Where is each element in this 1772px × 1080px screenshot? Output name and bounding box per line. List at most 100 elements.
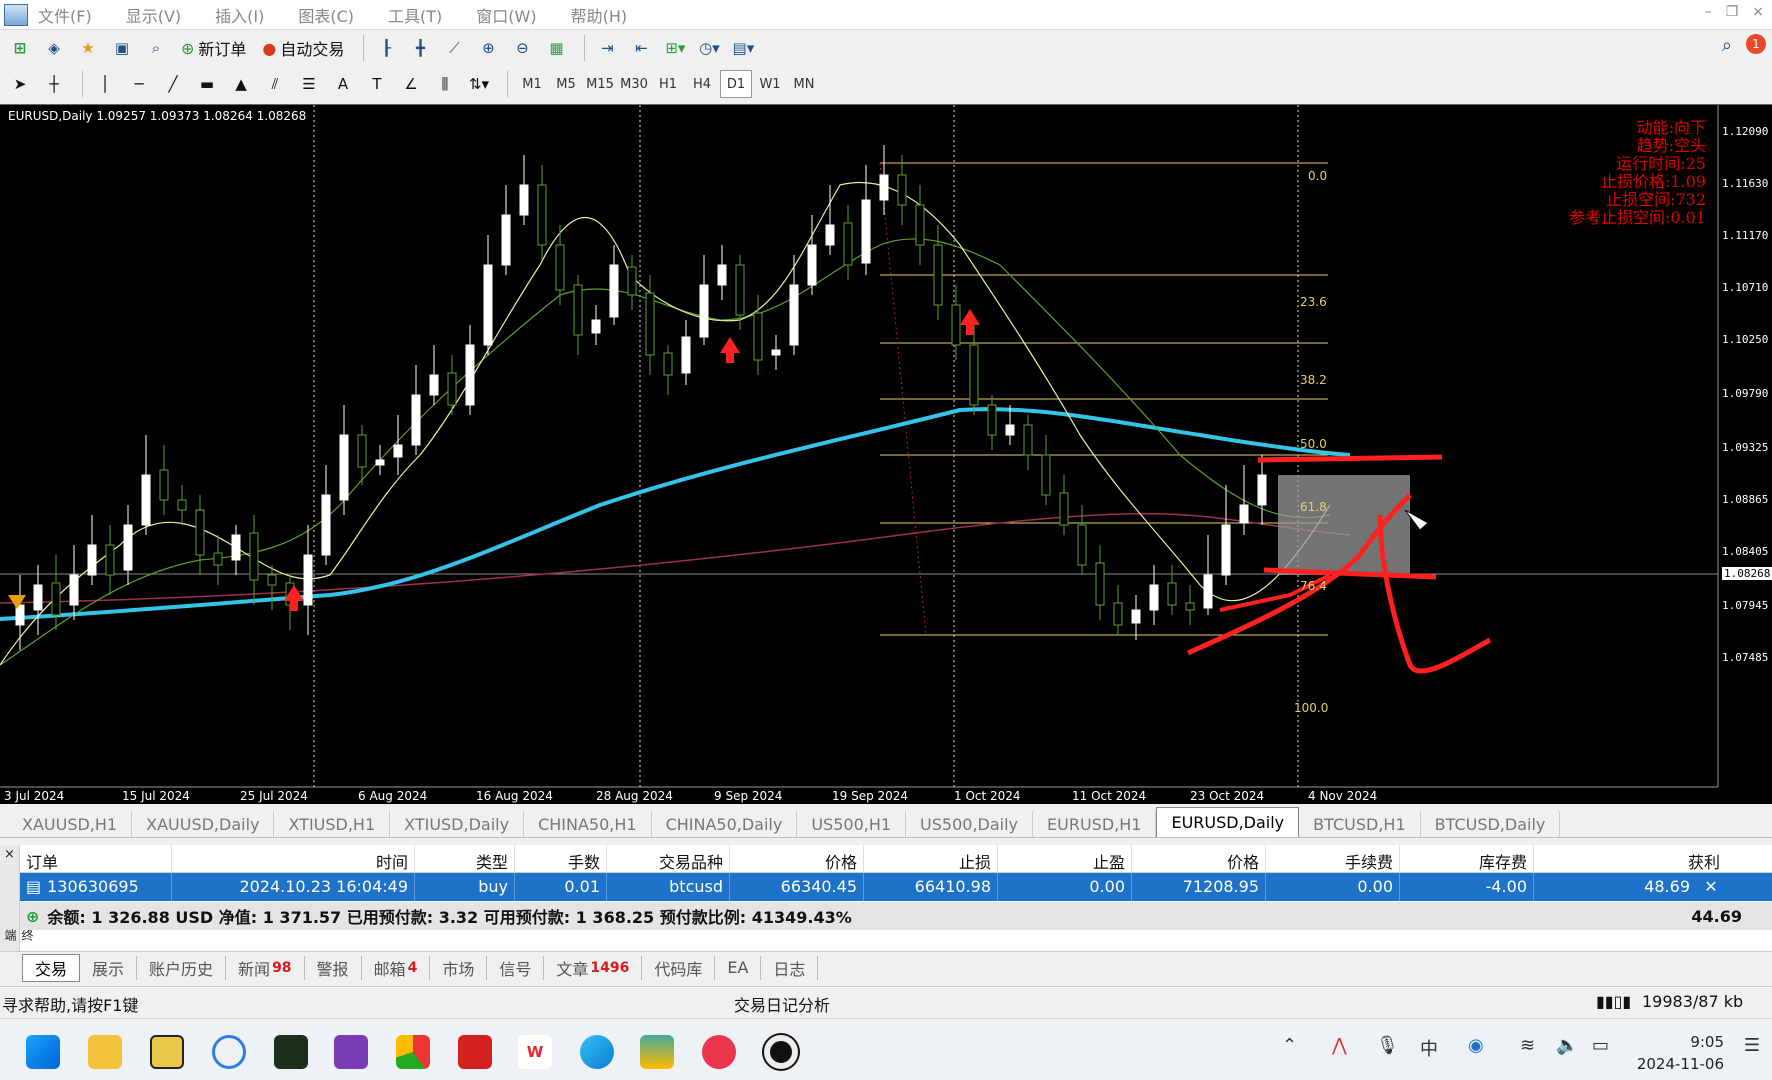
- arrows-button[interactable]: ⇅▾: [465, 70, 493, 98]
- rectangle-button[interactable]: ▬: [193, 70, 221, 98]
- chart-tab[interactable]: CHINA50,Daily: [652, 811, 798, 837]
- cursor-button[interactable]: ➤: [6, 70, 34, 98]
- channel-button[interactable]: ⫽: [261, 70, 289, 98]
- gann-button[interactable]: ∠: [397, 70, 425, 98]
- tab-code-base[interactable]: 代码库: [642, 955, 716, 980]
- qq-icon[interactable]: ◉: [1468, 1035, 1484, 1056]
- todo-icon[interactable]: [212, 1035, 246, 1069]
- microphone-icon[interactable]: 🎙: [1376, 1035, 1399, 1056]
- start-icon[interactable]: [26, 1035, 60, 1069]
- tab-experts[interactable]: EA: [715, 955, 762, 980]
- chart-tab[interactable]: BTCUSD,Daily: [1421, 811, 1561, 837]
- zoom-out-button[interactable]: ⊖: [508, 34, 536, 62]
- timeframe-h4[interactable]: H4: [686, 70, 718, 98]
- timeframe-m5[interactable]: M5: [550, 70, 582, 98]
- record-icon[interactable]: [764, 1035, 798, 1069]
- music-icon[interactable]: [702, 1035, 736, 1069]
- column-header[interactable]: 订单: [20, 845, 172, 872]
- minimize-icon[interactable]: –: [1705, 4, 1712, 20]
- timeframe-m30[interactable]: M30: [618, 70, 650, 98]
- wps-icon[interactable]: W: [518, 1035, 552, 1069]
- tab-account-history[interactable]: 账户历史: [137, 955, 227, 980]
- onenote-icon[interactable]: [334, 1035, 368, 1069]
- edge-icon[interactable]: [580, 1035, 614, 1069]
- column-header[interactable]: 手数: [515, 845, 607, 872]
- auto-scroll-button[interactable]: ⇥: [593, 34, 621, 62]
- fibo-time-button[interactable]: ⫼: [431, 70, 459, 98]
- wh6-icon[interactable]: [458, 1035, 492, 1069]
- tab-signals[interactable]: 信号: [487, 955, 545, 980]
- tile-windows-button[interactable]: ▦: [542, 34, 570, 62]
- notifications-icon[interactable]: ☰: [1744, 1035, 1760, 1056]
- chart-tab[interactable]: XTIUSD,H1: [274, 811, 391, 837]
- menu-tools[interactable]: 工具(T): [388, 3, 442, 27]
- column-header[interactable]: 止盈: [998, 845, 1132, 872]
- status-journal-text[interactable]: 交易日记分析: [734, 992, 830, 1016]
- column-header[interactable]: 类型: [415, 845, 515, 872]
- chart-tab[interactable]: XAUUSD,Daily: [132, 811, 275, 837]
- ime-indicator[interactable]: 中: [1420, 1035, 1438, 1061]
- system-clock[interactable]: 9:05 2024-11-06: [1637, 1031, 1724, 1075]
- market-watch-button[interactable]: ★: [74, 34, 102, 62]
- tab-alerts[interactable]: 警报: [305, 955, 362, 980]
- chart-tab[interactable]: US500,Daily: [906, 811, 1034, 837]
- triangle-button[interactable]: ▲: [227, 70, 255, 98]
- new-chart-button[interactable]: ⊞: [6, 34, 34, 62]
- chart-canvas[interactable]: [0, 105, 1772, 805]
- crosshair-button[interactable]: ┼: [40, 70, 68, 98]
- chart-tab[interactable]: CHINA50,H1: [524, 811, 652, 837]
- profiles-button[interactable]: ◈: [40, 34, 68, 62]
- timeframe-w1[interactable]: W1: [754, 70, 786, 98]
- text-button[interactable]: A: [329, 70, 357, 98]
- auto-trade-button[interactable]: ● 自动交易: [257, 34, 349, 62]
- column-header[interactable]: 获利: [1534, 845, 1726, 872]
- fibo-button[interactable]: ☰: [295, 70, 323, 98]
- drive-icon[interactable]: [640, 1035, 674, 1069]
- new-order-button[interactable]: ⊕ 新订单: [176, 34, 251, 62]
- chart-tab-active[interactable]: EURUSD,Daily: [1156, 807, 1300, 837]
- price-chart[interactable]: EURUSD,Daily 1.09257 1.09373 1.08264 1.0…: [0, 104, 1772, 804]
- navigator-button[interactable]: ⌕: [142, 34, 170, 62]
- tab-exposure[interactable]: 展示: [80, 955, 138, 980]
- menu-help[interactable]: 帮助(H): [571, 3, 628, 27]
- menu-insert[interactable]: 插入(I): [215, 3, 264, 27]
- candle-chart-button[interactable]: ╋: [406, 34, 434, 62]
- tab-trade[interactable]: 交易: [22, 953, 81, 982]
- column-header[interactable]: 交易品种: [607, 845, 730, 872]
- column-header[interactable]: 价格: [730, 845, 864, 872]
- chart-tab[interactable]: XAUUSD,H1: [8, 811, 133, 837]
- periods-button[interactable]: ◷▾: [695, 34, 723, 62]
- indicators-button[interactable]: ⊞▾: [661, 34, 689, 62]
- volume-icon[interactable]: 🔈: [1556, 1035, 1578, 1056]
- menu-charts[interactable]: 图表(C): [298, 3, 354, 27]
- timeframe-mn[interactable]: MN: [788, 70, 820, 98]
- restore-icon[interactable]: ❐: [1726, 4, 1739, 20]
- chart-tab[interactable]: XTIUSD,Daily: [390, 811, 525, 837]
- close-icon[interactable]: ×: [1752, 4, 1764, 20]
- chart-app-icon[interactable]: [396, 1035, 430, 1069]
- text-label-button[interactable]: T: [363, 70, 391, 98]
- menu-view[interactable]: 显示(V): [126, 3, 181, 27]
- horizontal-line-button[interactable]: ─: [125, 70, 153, 98]
- column-header[interactable]: 价格: [1132, 845, 1266, 872]
- chart-tab[interactable]: US500,H1: [797, 811, 907, 837]
- wifi-icon[interactable]: ≋: [1520, 1035, 1535, 1056]
- notification-badge[interactable]: 1: [1746, 34, 1766, 54]
- app-icon[interactable]: [150, 1035, 184, 1069]
- battery-icon[interactable]: ▭: [1592, 1035, 1609, 1056]
- tab-mailbox[interactable]: 邮箱 4: [362, 955, 431, 980]
- metatrader-icon[interactable]: [274, 1035, 308, 1069]
- timeframe-h1[interactable]: H1: [652, 70, 684, 98]
- menu-file[interactable]: 文件(F): [38, 3, 92, 27]
- trendline-button[interactable]: ╱: [159, 70, 187, 98]
- templates-button[interactable]: ▤▾: [729, 34, 757, 62]
- tab-articles[interactable]: 文章 1496: [544, 955, 643, 980]
- chevron-up-icon[interactable]: ⌃: [1282, 1035, 1297, 1056]
- column-header[interactable]: 止损: [864, 845, 998, 872]
- chart-tab[interactable]: EURUSD,H1: [1033, 811, 1157, 837]
- tab-journal[interactable]: 日志: [761, 955, 819, 980]
- data-window-button[interactable]: ▣: [108, 34, 136, 62]
- chart-shift-button[interactable]: ⇤: [627, 34, 655, 62]
- column-header[interactable]: 手续费: [1266, 845, 1400, 872]
- line-chart-button[interactable]: ⟋: [440, 34, 468, 62]
